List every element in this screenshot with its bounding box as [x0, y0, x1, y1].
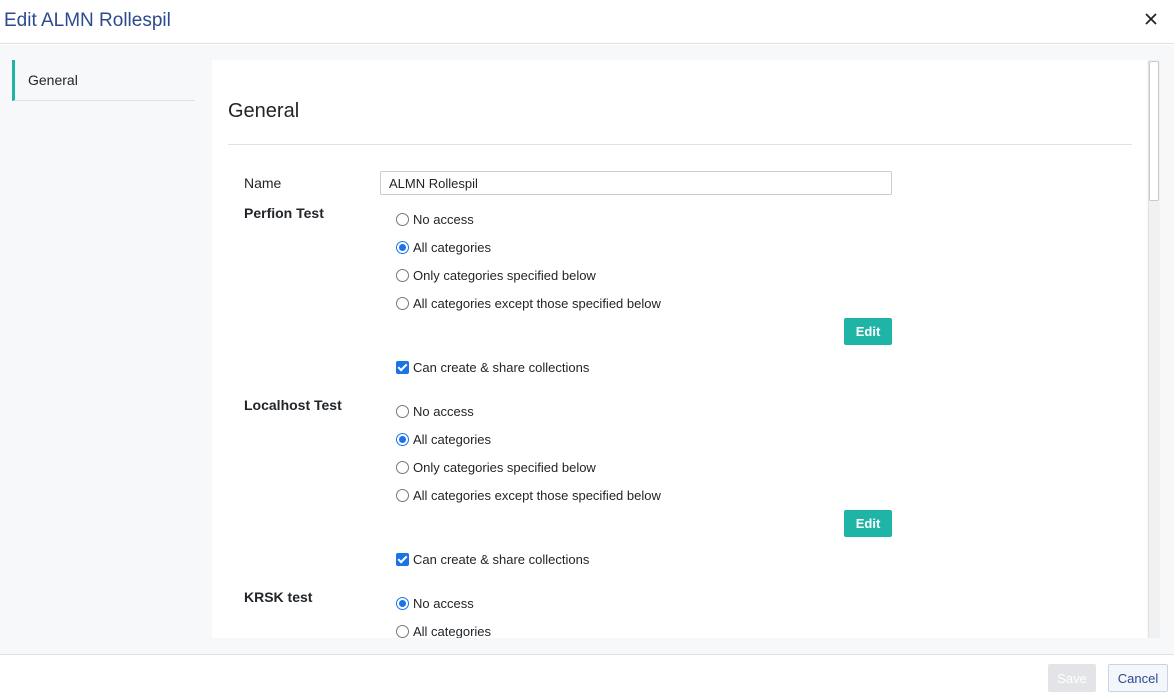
checkbox-label: Can create & share collections — [413, 551, 590, 567]
checkbox-perfion-collections[interactable]: Can create & share collections — [396, 358, 589, 376]
close-button[interactable] — [1140, 8, 1162, 30]
radio-button[interactable] — [396, 596, 409, 610]
radio-label: All categories except those specified be… — [413, 487, 661, 503]
content-panel: General — [212, 60, 1147, 654]
edit-button-localhost[interactable]: Edit — [844, 510, 892, 537]
close-icon — [1145, 13, 1157, 25]
dialog-footer: Save Cancel — [0, 654, 1174, 694]
radio-localhost-only-specified[interactable]: Only categories specified below — [396, 458, 596, 476]
checkbox[interactable] — [396, 360, 409, 374]
sidenav-item-label: General — [28, 72, 78, 88]
name-label: Name — [244, 175, 282, 191]
radio-label: Only categories specified below — [413, 267, 596, 283]
dialog-title: Edit ALMN Rollespil — [4, 10, 171, 31]
radio-perfion-all-except[interactable]: All categories except those specified be… — [396, 294, 661, 312]
radio-button[interactable] — [396, 212, 409, 226]
section-label-localhost-test: Localhost Test — [244, 397, 342, 413]
radio-button[interactable] — [396, 460, 409, 474]
radio-localhost-all-except[interactable]: All categories except those specified be… — [396, 486, 661, 504]
radio-localhost-all-categories[interactable]: All categories — [396, 430, 491, 448]
panel-bottom-gap — [212, 638, 1147, 654]
radio-label: No access — [413, 595, 474, 611]
radio-label: Only categories specified below — [413, 459, 596, 475]
checkbox-label: Can create & share collections — [413, 359, 590, 375]
radio-label: No access — [413, 211, 474, 227]
section-label-perfion-test: Perfion Test — [244, 205, 324, 221]
radio-button[interactable] — [396, 240, 409, 254]
radio-krsk-no-access[interactable]: No access — [396, 594, 474, 612]
radio-label: All categories except those specified be… — [413, 295, 661, 311]
radio-label: All categories — [413, 623, 492, 639]
scrollbar-thumb[interactable] — [1149, 61, 1159, 201]
radio-label: All categories — [413, 239, 492, 255]
radio-button[interactable] — [396, 488, 409, 502]
cancel-button[interactable]: Cancel — [1108, 664, 1168, 692]
radio-button[interactable] — [396, 432, 409, 446]
edit-button-perfion[interactable]: Edit — [844, 318, 892, 345]
edit-dialog: Edit ALMN Rollespil General General Name… — [0, 0, 1174, 694]
radio-button[interactable] — [396, 268, 409, 282]
radio-perfion-only-specified[interactable]: Only categories specified below — [396, 266, 596, 284]
radio-button[interactable] — [396, 404, 409, 418]
panel-divider — [228, 144, 1132, 145]
section-label-krsk-test: KRSK test — [244, 589, 313, 605]
save-button[interactable]: Save — [1048, 664, 1096, 692]
name-input[interactable] — [380, 171, 892, 195]
sidenav-item-general[interactable]: General — [12, 60, 195, 101]
radio-label: All categories — [413, 431, 492, 447]
checkbox-localhost-collections[interactable]: Can create & share collections — [396, 550, 589, 568]
side-navigation: General — [12, 60, 195, 101]
panel-title: General — [228, 100, 300, 122]
dialog-header: Edit ALMN Rollespil — [0, 0, 1174, 44]
checkbox[interactable] — [396, 552, 409, 566]
radio-label: No access — [413, 403, 474, 419]
radio-perfion-no-access[interactable]: No access — [396, 210, 474, 228]
radio-localhost-no-access[interactable]: No access — [396, 402, 474, 420]
radio-button[interactable] — [396, 296, 409, 310]
radio-button[interactable] — [396, 624, 409, 638]
radio-perfion-all-categories[interactable]: All categories — [396, 238, 491, 256]
